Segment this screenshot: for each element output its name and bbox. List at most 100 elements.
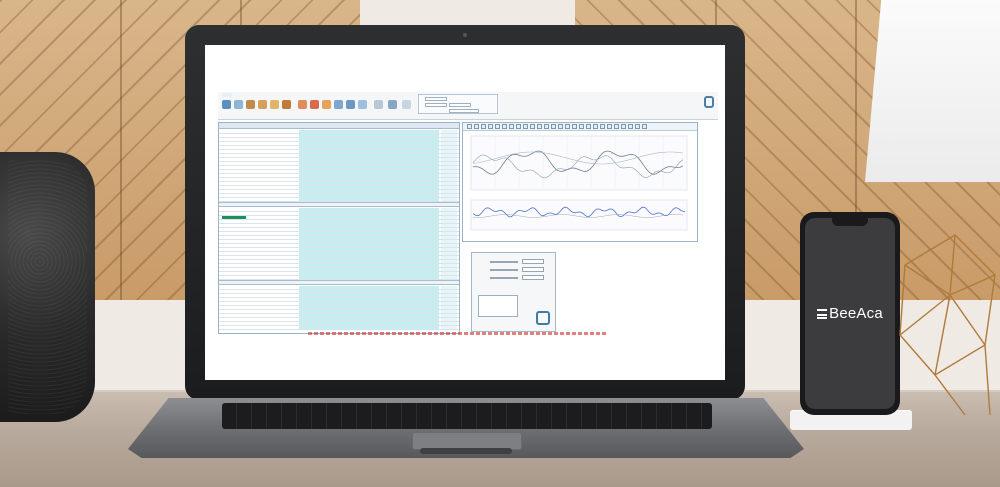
table-cell [247,314,297,317]
table-cell [299,302,439,305]
chart-tool-button[interactable] [586,124,591,129]
table-cell [247,178,297,181]
config-field[interactable] [425,103,447,107]
chart-tool-button[interactable] [474,124,479,129]
ribbon-icon[interactable] [374,100,383,109]
chart-tool-button[interactable] [600,124,605,129]
table-cell [247,272,297,275]
ribbon-icon[interactable] [334,100,343,109]
watch-list-section-header[interactable] [219,280,459,285]
table-cell [441,240,457,243]
chart-tool-button[interactable] [628,124,633,129]
settings-dialog [471,252,556,332]
ribbon-icon[interactable] [402,100,411,109]
table-row[interactable] [219,326,459,330]
table-cell [222,310,246,313]
table-cell [299,142,439,145]
chart-tool-button[interactable] [509,124,514,129]
chart-tool-button[interactable] [565,124,570,129]
table-cell [247,208,297,211]
table-cell [222,244,246,247]
chart-tool-button[interactable] [537,124,542,129]
ribbon-icon[interactable] [310,100,319,109]
watch-list-section-header[interactable] [219,202,459,207]
app-logo-icon [704,96,714,108]
ribbon-icon[interactable] [358,100,367,109]
chart-tool-button[interactable] [614,124,619,129]
table-cell [222,326,246,329]
dialog-field[interactable] [522,259,544,264]
ribbon-tab[interactable] [258,93,268,97]
table-cell [299,256,439,259]
chart-tool-button[interactable] [502,124,507,129]
table-cell [299,224,439,227]
config-field[interactable] [449,103,471,107]
ribbon-tab[interactable] [246,93,256,97]
table-cell [247,146,297,149]
chart-tool-button[interactable] [551,124,556,129]
chart-tool-button[interactable] [544,124,549,129]
ribbon-icon[interactable] [346,100,355,109]
ribbon-icon[interactable] [270,100,279,109]
table-cell [441,186,457,189]
ribbon-icon[interactable] [282,100,291,109]
table-cell [222,130,246,133]
table-cell [299,186,439,189]
chart-tool-button[interactable] [495,124,500,129]
chart-tool-button[interactable] [516,124,521,129]
table-cell [222,220,246,223]
chart-tool-button[interactable] [488,124,493,129]
table-cell [222,272,246,275]
table-cell [222,286,246,289]
table-cell [222,134,246,137]
chart-tool-button[interactable] [593,124,598,129]
table-cell [441,130,457,133]
table-cell [247,224,297,227]
table-cell [299,138,439,141]
chart-tool-button[interactable] [607,124,612,129]
dialog-option-list[interactable] [478,295,518,317]
table-cell [222,232,246,235]
ribbon-tab[interactable] [234,93,244,97]
table-cell [441,310,457,313]
table-cell [299,162,439,165]
ribbon-icon[interactable] [258,100,267,109]
table-cell [247,154,297,157]
dialog-field[interactable] [522,275,544,280]
table-cell [222,268,246,271]
table-cell [441,198,457,201]
table-cell [299,264,439,267]
brand-logo: BeeAca [808,305,892,322]
ribbon-tab[interactable] [222,93,232,97]
chart-toolbar [463,123,697,131]
ribbon-icon[interactable] [322,100,331,109]
chart-tool-button[interactable] [558,124,563,129]
chart-tool-button[interactable] [579,124,584,129]
table-cell [441,178,457,181]
dialog-field[interactable] [522,267,544,272]
chart-tool-button[interactable] [481,124,486,129]
chart-tool-button[interactable] [621,124,626,129]
table-cell [441,150,457,153]
ribbon-icon[interactable] [388,100,397,109]
ribbon-icon[interactable] [222,100,231,109]
chart-tool-button[interactable] [467,124,472,129]
chart-tool-button[interactable] [572,124,577,129]
ribbon-icon[interactable] [234,100,243,109]
table-cell [247,318,297,321]
chart-tool-button[interactable] [523,124,528,129]
table-cell [247,232,297,235]
table-cell [247,256,297,259]
ribbon-icon[interactable] [246,100,255,109]
table-cell [299,190,439,193]
table-cell [441,142,457,145]
config-field[interactable] [425,97,447,101]
table-cell [222,142,246,145]
ribbon-icon[interactable] [298,100,307,109]
chart-tool-button[interactable] [642,124,647,129]
chart-tool-button[interactable] [635,124,640,129]
chart-tool-button[interactable] [530,124,535,129]
config-field[interactable] [449,109,479,113]
table-cell [222,256,246,259]
table-cell [441,170,457,173]
